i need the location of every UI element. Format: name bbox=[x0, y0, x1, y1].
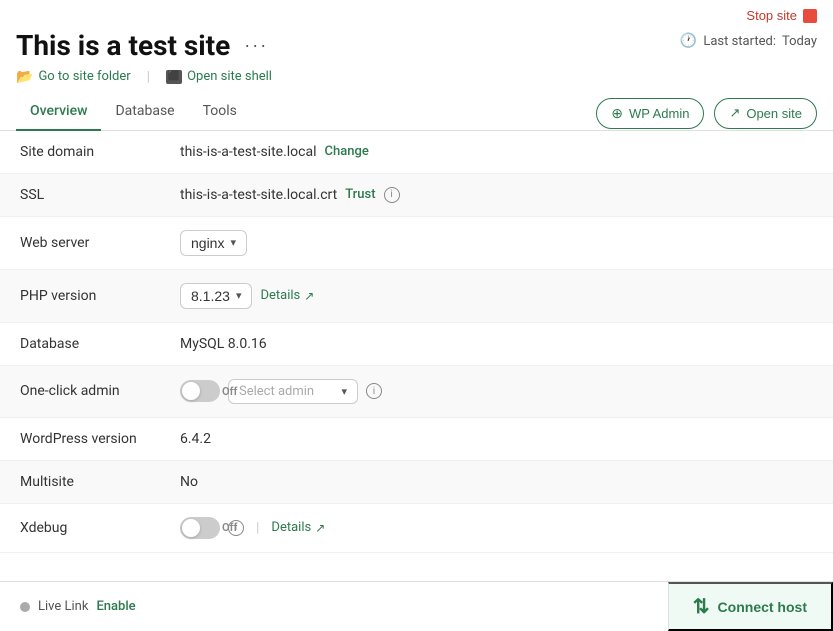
external-link-icon: ↗ bbox=[729, 105, 740, 121]
value-web-server: nginx ▾ bbox=[180, 230, 247, 256]
tab-database[interactable]: Database bbox=[101, 97, 188, 131]
row-wp-version: WordPress version 6.4.2 bbox=[0, 418, 833, 461]
live-link-dot bbox=[20, 602, 30, 612]
toggle-off-label: Off bbox=[222, 385, 237, 398]
tab-overview[interactable]: Overview bbox=[16, 97, 101, 131]
stop-icon bbox=[803, 9, 817, 23]
multisite-text: No bbox=[180, 474, 198, 490]
label-xdebug: Xdebug bbox=[20, 520, 180, 536]
xdebug-toggle-knob bbox=[182, 519, 200, 537]
label-oneclick-admin: One-click admin bbox=[20, 383, 180, 399]
row-web-server: Web server nginx ▾ bbox=[0, 217, 833, 270]
php-version-text: 8.1.23 bbox=[191, 288, 230, 304]
value-multisite: No bbox=[180, 474, 198, 490]
oneclick-toggle[interactable]: Off bbox=[180, 380, 220, 402]
site-title-row: This is a test site ··· bbox=[16, 29, 272, 63]
terminal-icon: ⬛ bbox=[166, 70, 182, 84]
last-started: 🕐 Last started: Today bbox=[680, 33, 817, 49]
live-link-label: Live Link bbox=[38, 599, 88, 614]
folder-icon: 📂 bbox=[16, 69, 33, 85]
xdebug-toggle[interactable]: Off bbox=[180, 517, 220, 539]
value-php-version: 8.1.23 ▾ Details ↗ bbox=[180, 283, 314, 309]
label-wp-version: WordPress version bbox=[20, 431, 180, 447]
connect-host-label: Connect host bbox=[718, 599, 807, 615]
ssl-cert-text: this-is-a-test-site.local.crt bbox=[180, 187, 337, 203]
site-title: This is a test site bbox=[16, 29, 230, 63]
wp-version-text: 6.4.2 bbox=[180, 431, 211, 447]
row-multisite: Multisite No bbox=[0, 461, 833, 504]
value-site-domain: this-is-a-test-site.local Change bbox=[180, 144, 369, 160]
row-database: Database MySQL 8.0.16 bbox=[0, 323, 833, 366]
php-details-label: Details bbox=[260, 288, 300, 303]
ssl-info-icon[interactable]: i bbox=[384, 187, 400, 203]
change-domain-link[interactable]: Change bbox=[325, 144, 369, 159]
top-bar: Stop site bbox=[0, 0, 833, 23]
label-database: Database bbox=[20, 336, 180, 352]
go-to-folder-link[interactable]: 📂 Go to site folder bbox=[16, 69, 131, 85]
trust-ssl-link[interactable]: Trust bbox=[345, 187, 375, 202]
web-server-value: nginx bbox=[191, 235, 224, 251]
value-xdebug: Off i | Details ↗ bbox=[180, 517, 325, 539]
live-link-area: Live Link Enable bbox=[0, 599, 156, 614]
label-php-version: PHP version bbox=[20, 288, 180, 304]
database-text: MySQL 8.0.16 bbox=[180, 336, 267, 352]
wp-admin-button[interactable]: ⊕ WP Admin bbox=[596, 98, 704, 129]
more-options-button[interactable]: ··· bbox=[240, 31, 272, 60]
label-ssl: SSL bbox=[20, 187, 180, 203]
connect-host-icon: ⇅ bbox=[693, 594, 710, 619]
value-ssl: this-is-a-test-site.local.crt Trust i bbox=[180, 187, 400, 203]
label-multisite: Multisite bbox=[20, 474, 180, 490]
chevron-down-icon2: ▾ bbox=[236, 289, 242, 302]
chevron-down-icon3: ▾ bbox=[341, 385, 347, 398]
xdebug-details-link[interactable]: Details ↗ bbox=[271, 520, 325, 535]
clock-icon: 🕐 bbox=[680, 33, 697, 49]
site-links: 📂 Go to site folder | ⬛ Open site shell bbox=[16, 69, 272, 85]
php-details-link[interactable]: Details ↗ bbox=[260, 288, 314, 303]
stop-site-label: Stop site bbox=[746, 8, 797, 23]
row-xdebug: Xdebug Off i | Details ↗ bbox=[0, 504, 833, 553]
open-site-button[interactable]: ↗ Open site bbox=[714, 98, 817, 129]
tabs: Overview Database Tools bbox=[16, 97, 251, 130]
value-oneclick-admin: Off Select admin ▾ i bbox=[180, 379, 382, 404]
open-shell-link[interactable]: ⬛ Open site shell bbox=[166, 69, 272, 84]
site-domain-text: this-is-a-test-site.local bbox=[180, 144, 317, 160]
select-admin-dropdown[interactable]: Select admin ▾ bbox=[228, 379, 358, 404]
label-site-domain: Site domain bbox=[20, 144, 180, 160]
row-oneclick-admin: One-click admin Off Select admin ▾ i bbox=[0, 366, 833, 418]
external-icon: ↗ bbox=[304, 289, 314, 303]
select-admin-placeholder: Select admin bbox=[239, 384, 314, 399]
tabs-row: Overview Database Tools ⊕ WP Admin ↗ Ope… bbox=[0, 85, 833, 131]
value-database: MySQL 8.0.16 bbox=[180, 336, 267, 352]
tab-tools[interactable]: Tools bbox=[189, 97, 251, 131]
stop-site-button[interactable]: Stop site bbox=[746, 8, 817, 23]
xdebug-details-label: Details bbox=[271, 520, 311, 535]
row-ssl: SSL this-is-a-test-site.local.crt Trust … bbox=[0, 174, 833, 217]
row-php-version: PHP version 8.1.23 ▾ Details ↗ bbox=[0, 270, 833, 323]
row-site-domain: Site domain this-is-a-test-site.local Ch… bbox=[0, 131, 833, 174]
enable-live-link[interactable]: Enable bbox=[96, 599, 135, 614]
site-header: This is a test site ··· 📂 Go to site fol… bbox=[0, 23, 833, 85]
connect-host-button[interactable]: ⇅ Connect host bbox=[668, 582, 833, 631]
oneclick-info-icon[interactable]: i bbox=[366, 383, 382, 399]
xdebug-separator: | bbox=[256, 520, 259, 536]
site-title-area: This is a test site ··· 📂 Go to site fol… bbox=[16, 29, 272, 85]
xdebug-ext-icon: ↗ bbox=[315, 521, 325, 535]
xdebug-toggle-label: Off bbox=[222, 521, 237, 534]
separator: | bbox=[147, 69, 150, 85]
last-started-value: Today bbox=[782, 34, 817, 49]
content-area: Site domain this-is-a-test-site.local Ch… bbox=[0, 131, 833, 553]
web-server-dropdown[interactable]: nginx ▾ bbox=[180, 230, 247, 256]
value-wp-version: 6.4.2 bbox=[180, 431, 211, 447]
tab-actions: ⊕ WP Admin ↗ Open site bbox=[596, 98, 817, 129]
toggle-knob bbox=[182, 382, 200, 400]
label-web-server: Web server bbox=[20, 235, 180, 251]
bottom-bar: Live Link Enable ⇅ Connect host bbox=[0, 581, 833, 631]
chevron-down-icon: ▾ bbox=[230, 236, 236, 249]
wp-icon: ⊕ bbox=[611, 105, 623, 122]
php-version-dropdown[interactable]: 8.1.23 ▾ bbox=[180, 283, 252, 309]
